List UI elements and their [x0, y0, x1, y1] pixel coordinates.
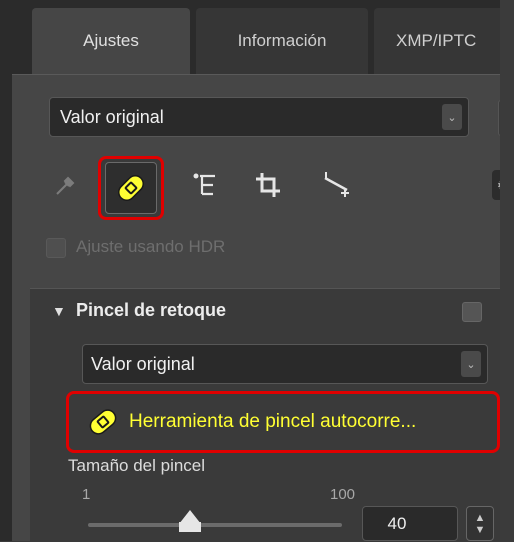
tab-label: XMP/IPTC	[396, 31, 477, 50]
chevron-down-icon: ⌄	[442, 104, 462, 130]
eyedropper-icon[interactable]	[46, 165, 86, 205]
tool-label: Herramienta de pincel autocorre...	[129, 411, 417, 432]
retouch-brush-icon	[105, 162, 157, 214]
range-max-label: 100	[330, 486, 356, 503]
section-title: Pincel de retoque	[76, 300, 227, 320]
tab-informacion[interactable]: Información	[196, 8, 368, 74]
collapse-triangle-icon[interactable]: ▼	[52, 303, 66, 319]
chevron-down-icon: ⌄	[461, 351, 481, 377]
tab-ajustes[interactable]: Ajustes	[32, 8, 190, 74]
hdr-label: Ajuste usando HDR	[76, 237, 226, 256]
panel-divider	[12, 74, 500, 75]
chevron-down-icon[interactable]: ▼	[475, 524, 486, 536]
tab-xmp-iptc[interactable]: XMP/IPTC	[374, 8, 514, 74]
hdr-checkbox[interactable]	[46, 238, 66, 258]
retouch-preset-value: Valor original	[91, 353, 195, 374]
tab-label: Información	[237, 31, 327, 50]
chevron-up-icon[interactable]: ▲	[475, 512, 486, 524]
crop-icon[interactable]	[248, 165, 288, 205]
auto-retouch-brush-tool[interactable]: Herramienta de pincel autocorre...	[66, 391, 500, 453]
brush-size-slider[interactable]	[88, 523, 342, 527]
right-edge	[500, 0, 514, 541]
straighten-icon[interactable]	[316, 165, 356, 205]
section-enable-checkbox[interactable]	[462, 302, 482, 322]
preset-value: Valor original	[60, 106, 164, 127]
brush-size-input[interactable]: 40	[362, 506, 458, 541]
range-min-label: 1	[82, 486, 91, 503]
slider-thumb-base[interactable]	[178, 522, 201, 532]
retouch-brush-tool-button[interactable]	[98, 156, 164, 220]
brush-size-spinner[interactable]: ▲ ▼	[466, 506, 494, 541]
tab-label: Ajustes	[83, 31, 139, 50]
retouch-brush-icon	[83, 407, 123, 437]
layers-icon[interactable]	[185, 165, 225, 205]
retouch-preset-dropdown[interactable]: Valor original ⌄	[82, 344, 488, 384]
preset-dropdown[interactable]: Valor original ⌄	[49, 97, 469, 137]
brush-size-label: Tamaño del pincel	[68, 456, 206, 475]
left-edge	[0, 0, 12, 541]
